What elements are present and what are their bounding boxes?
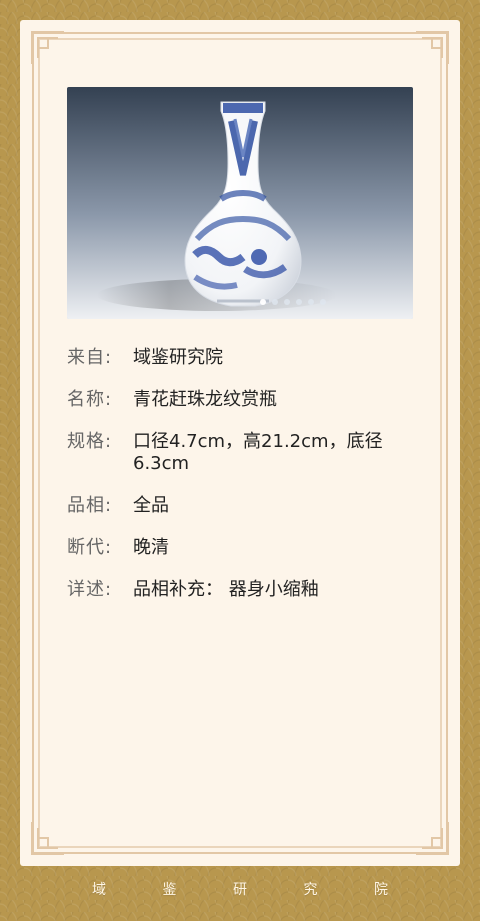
spec-row: 规格: 口径4.7cm，高21.2cm，底径6.3cm <box>67 431 413 475</box>
artifact-card: 来自: 域鉴研究院 名称: 青花赶珠龙纹赏瓶 规格: 口径4.7cm，高21.2… <box>20 20 460 866</box>
quality-label: 品相: <box>67 495 113 516</box>
from-row: 来自: 域鉴研究院 <box>67 347 413 369</box>
name-value: 青花赶珠龙纹赏瓶 <box>133 389 277 410</box>
detail-row: 详述: 品相补充： 器身小缩釉 <box>67 579 413 601</box>
detail-value: 品相补充： 器身小缩釉 <box>133 579 319 600</box>
carousel-dot-icon[interactable] <box>260 299 266 305</box>
name-row: 名称: 青花赶珠龙纹赏瓶 <box>67 389 413 411</box>
quality-row: 品相: 全品 <box>67 495 413 517</box>
carousel-dot-icon[interactable] <box>296 299 302 305</box>
spec-label: 规格: <box>67 431 113 452</box>
carousel-dot-icon[interactable] <box>320 299 326 305</box>
footer-char: 研 <box>233 882 247 898</box>
artifact-vase-image <box>67 87 413 319</box>
detail-label: 详述: <box>67 579 113 600</box>
fret-corner-icon <box>30 820 66 856</box>
from-label: 来自: <box>67 347 113 368</box>
fret-corner-icon <box>414 30 450 66</box>
footer-char: 域 <box>92 882 106 898</box>
from-value: 域鉴研究院 <box>133 347 223 368</box>
footer-char: 院 <box>374 882 388 898</box>
fret-corner-icon <box>30 30 66 66</box>
date-row: 断代: 晚清 <box>67 537 413 559</box>
date-value: 晚清 <box>133 537 169 558</box>
date-label: 断代: <box>67 537 113 558</box>
artifact-info: 来自: 域鉴研究院 名称: 青花赶珠龙纹赏瓶 规格: 口径4.7cm，高21.2… <box>67 347 413 621</box>
carousel-dot-icon[interactable] <box>284 299 290 305</box>
fret-corner-icon <box>414 820 450 856</box>
carousel-dot-icon[interactable] <box>272 299 278 305</box>
artifact-photo-carousel[interactable] <box>67 87 413 319</box>
footer-brand: 域 鉴 研 究 院 <box>0 878 480 902</box>
footer-char: 究 <box>303 882 318 898</box>
spec-value: 口径4.7cm，高21.2cm，底径6.3cm <box>133 431 383 474</box>
footer-char: 鉴 <box>162 882 177 898</box>
name-label: 名称: <box>67 389 113 410</box>
quality-value: 全品 <box>133 495 169 516</box>
carousel-dot-icon[interactable] <box>308 299 314 305</box>
